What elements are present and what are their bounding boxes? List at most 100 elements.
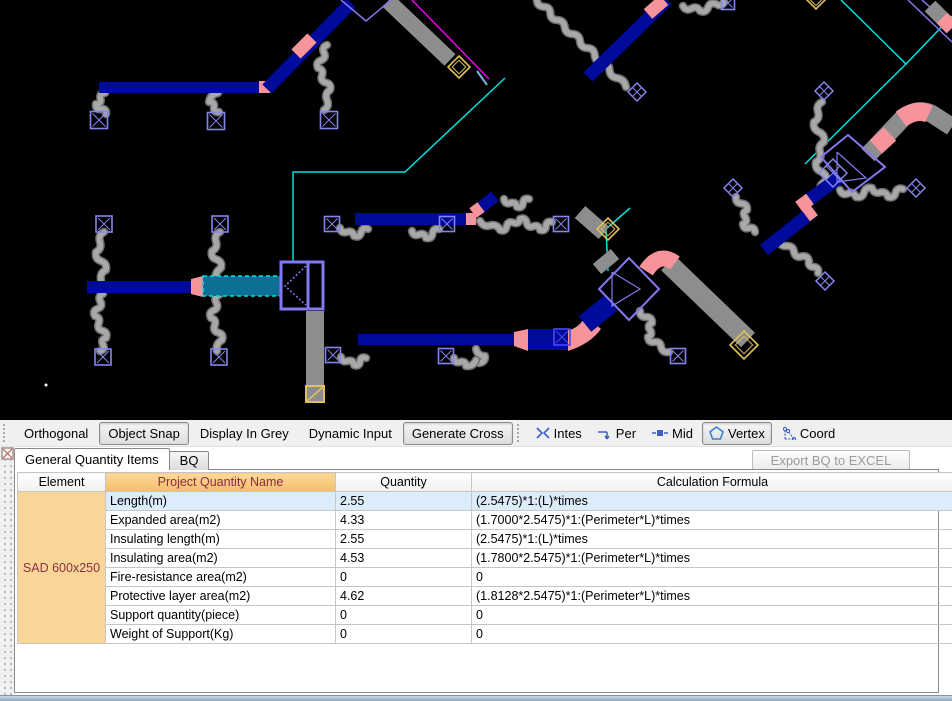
table-row: Support quantity(piece)00 (18, 606, 952, 625)
flex-duct-inner (779, 240, 818, 273)
duct-rect (203, 276, 282, 296)
detach-panel-icon[interactable] (1, 447, 14, 460)
toolbar-grip[interactable] (3, 424, 10, 442)
formula-cell[interactable]: (2.5475)*1:(L)*times (472, 530, 952, 549)
bottom-panel: General Quantity ItemsBQ Export BQ to EX… (0, 447, 952, 695)
duct-line (942, 18, 952, 28)
snap-button-intes[interactable]: Intes (529, 422, 589, 445)
snap-button-mid[interactable]: Mid (645, 422, 700, 445)
quantity-value-cell[interactable]: 0 (336, 606, 472, 625)
duct-line (580, 212, 604, 233)
duct-rect (87, 281, 191, 293)
duct-path (901, 112, 929, 119)
duct-rect (355, 213, 466, 225)
duct-rect (306, 311, 324, 387)
quantity-name-cell[interactable]: Insulating length(m) (106, 530, 336, 549)
cad-canvas[interactable] (0, 0, 952, 420)
table-row: Weight of Support(Kg)00 (18, 625, 952, 644)
formula-cell[interactable]: 0 (472, 606, 952, 625)
column-header-quantity: Quantity (336, 473, 472, 492)
quantity-value-cell[interactable]: 0 (336, 568, 472, 587)
quantity-name-cell[interactable]: Length(m) (106, 492, 336, 511)
element-cell[interactable]: SAD 600x250 (18, 492, 106, 644)
duct-rect (99, 82, 260, 93)
table-row: Insulating area(m2)4.53(1.7800*2.5475)*1… (18, 549, 952, 568)
coordinate-icon (781, 426, 796, 440)
flex-duct-inner (736, 197, 755, 232)
duct-line (799, 199, 810, 207)
duct-line (806, 210, 814, 216)
anchor-box-cross (93, 114, 106, 127)
column-header-element: Element (18, 473, 106, 492)
toolbar-button-orthogonal[interactable]: Orthogonal (15, 422, 97, 445)
status-bar (0, 695, 952, 701)
midpoint-icon (652, 426, 668, 440)
table-row: SAD 600x250Length(m)2.55(2.5475)*1:(L)*t… (18, 492, 952, 511)
polyline (612, 272, 640, 306)
formula-cell[interactable]: 0 (472, 568, 952, 587)
quantity-name-cell[interactable]: Weight of Support(Kg) (106, 625, 336, 644)
formula-cell[interactable]: (2.5475)*1:(L)*times (472, 492, 952, 511)
anchor-box-cross (673, 351, 684, 362)
quantity-table: ElementProject Quantity NameQuantityCalc… (17, 472, 952, 644)
quantity-panel: ElementProject Quantity NameQuantityCalc… (14, 469, 939, 693)
snap-label: Intes (554, 426, 582, 441)
flex-duct-inner (683, 2, 724, 12)
anchor-box-cross (323, 114, 336, 127)
snap-label: Vertex (728, 426, 765, 441)
formula-cell[interactable]: (1.7800*2.5475)*1:(Perimeter*L)*times (472, 549, 952, 568)
flex-duct-inner (537, 0, 626, 87)
snap-button-coord[interactable]: Coord (774, 422, 842, 445)
duct-line (473, 207, 481, 213)
snap-button-per[interactable]: Per (591, 422, 643, 445)
tab-bq[interactable]: BQ (169, 451, 210, 470)
diamond-marker-cross (729, 184, 738, 193)
formula-cell[interactable]: 0 (472, 625, 952, 644)
diamond-marker-cross (821, 277, 830, 286)
quantity-name-cell[interactable]: Insulating area(m2) (106, 549, 336, 568)
anchor-box-cross (210, 115, 223, 128)
quantity-value-cell[interactable]: 4.62 (336, 587, 472, 606)
diamond-marker-cross (912, 184, 921, 193)
anchor-box-cross (441, 351, 452, 362)
snap-label: Mid (672, 426, 693, 441)
duct-line (585, 303, 611, 324)
diamond-marker-cross (633, 88, 642, 97)
damper-diamond (807, 0, 825, 9)
quantity-name-cell[interactable]: Expanded area(m2) (106, 511, 336, 530)
tab-general-quantity-items[interactable]: General Quantity Items (14, 448, 170, 470)
quantity-value-cell[interactable]: 4.33 (336, 511, 472, 530)
snap-label: Coord (800, 426, 835, 441)
anchor-box-cross (556, 219, 567, 230)
duct-line (597, 254, 615, 269)
toolbar-button-object-snap[interactable]: Object Snap (99, 422, 189, 445)
duct-rect (358, 334, 514, 345)
cursor-dot (45, 384, 48, 387)
quantity-name-cell[interactable]: Fire-resistance area(m2) (106, 568, 336, 587)
polygon (514, 329, 528, 351)
polygon (191, 276, 203, 297)
export-bq-button[interactable]: Export BQ to EXCEL (752, 450, 910, 471)
perpendicular-icon (598, 426, 612, 440)
column-header-calculation-formula: Calculation Formula (472, 473, 952, 492)
vertex-icon (709, 426, 724, 440)
table-row: Expanded area(m2)4.33(1.7000*2.5475)*1:(… (18, 511, 952, 530)
toolbar-button-generate-cross[interactable]: Generate Cross (403, 422, 513, 445)
quantity-value-cell[interactable]: 2.55 (336, 530, 472, 549)
anchor-box-cross (327, 219, 338, 230)
duct-line (876, 134, 890, 147)
damper-diamond-inner (452, 60, 466, 74)
quantity-name-cell[interactable]: Protective layer area(m2) (106, 587, 336, 606)
formula-cell[interactable]: (1.7000*2.5475)*1:(Perimeter*L)*times (472, 511, 952, 530)
intersection-icon (536, 426, 550, 440)
quantity-value-cell[interactable]: 0 (336, 625, 472, 644)
toolbar-grip-2[interactable] (517, 424, 524, 442)
snap-button-vertex[interactable]: Vertex (702, 422, 772, 445)
quantity-name-cell[interactable]: Support quantity(piece) (106, 606, 336, 625)
quantity-value-cell[interactable]: 4.53 (336, 549, 472, 568)
formula-cell[interactable]: (1.8128*2.5475)*1:(Perimeter*L)*times (472, 587, 952, 606)
toolbar-button-dynamic-input[interactable]: Dynamic Input (300, 422, 401, 445)
table-row: Fire-resistance area(m2)00 (18, 568, 952, 587)
toolbar-button-display-in-grey[interactable]: Display In Grey (191, 422, 298, 445)
quantity-value-cell[interactable]: 2.55 (336, 492, 472, 511)
